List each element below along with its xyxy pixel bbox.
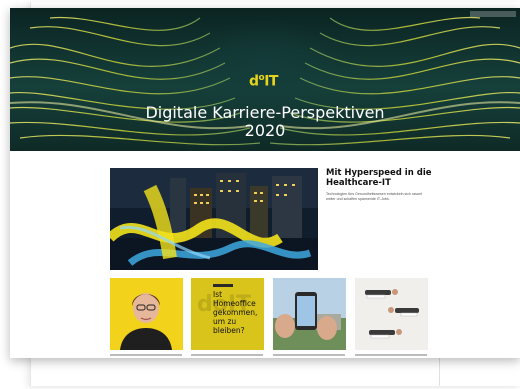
homeoffice-tile[interactable]: doIT Ist Homeoffice gekommen, um zu blei…	[191, 278, 264, 350]
woman-portrait-graphic	[110, 278, 183, 350]
feature-article-image[interactable]	[110, 168, 318, 270]
city-night-lightpaint-graphic	[110, 168, 318, 270]
tile-caption-2	[191, 354, 263, 356]
logo-letter-d: d	[249, 73, 259, 90]
logo-letters-it: IT	[264, 73, 278, 90]
tile-caption-4	[355, 354, 427, 356]
hero-title: Digitale Karriere-Perspektiven 2020	[130, 104, 400, 140]
hero-corner-label	[470, 11, 516, 17]
people-lying-tile[interactable]	[355, 278, 428, 350]
hero-banner: doIT Digitale Karriere-Perspektiven 2020	[10, 8, 520, 151]
people-lying-floor-graphic	[355, 278, 428, 350]
doit-logo[interactable]: doIT	[249, 70, 283, 90]
smartphone-tile[interactable]	[273, 278, 346, 350]
hero-title-line-2: 2020	[244, 121, 286, 140]
tile-caption-3	[273, 354, 345, 356]
tile-tag-bar	[213, 284, 233, 287]
hands-smartphone-graphic	[273, 278, 346, 350]
homeoffice-question: Ist Homeoffice gekommen, um zu bleiben?	[213, 290, 258, 335]
feature-article-title[interactable]: Mit Hyperspeed in die Healthcare-IT	[326, 168, 436, 188]
tile-caption-1	[110, 354, 182, 356]
hero-title-line-1: Digitale Karriere-Perspektiven	[145, 103, 385, 122]
portrait-tile[interactable]	[110, 278, 183, 350]
page-edge-line	[439, 358, 440, 386]
feature-article-teaser: Technologien fürs Gesundheitswesen entwi…	[326, 192, 422, 201]
magazine-page: doIT Digitale Karriere-Perspektiven 2020	[10, 8, 520, 358]
